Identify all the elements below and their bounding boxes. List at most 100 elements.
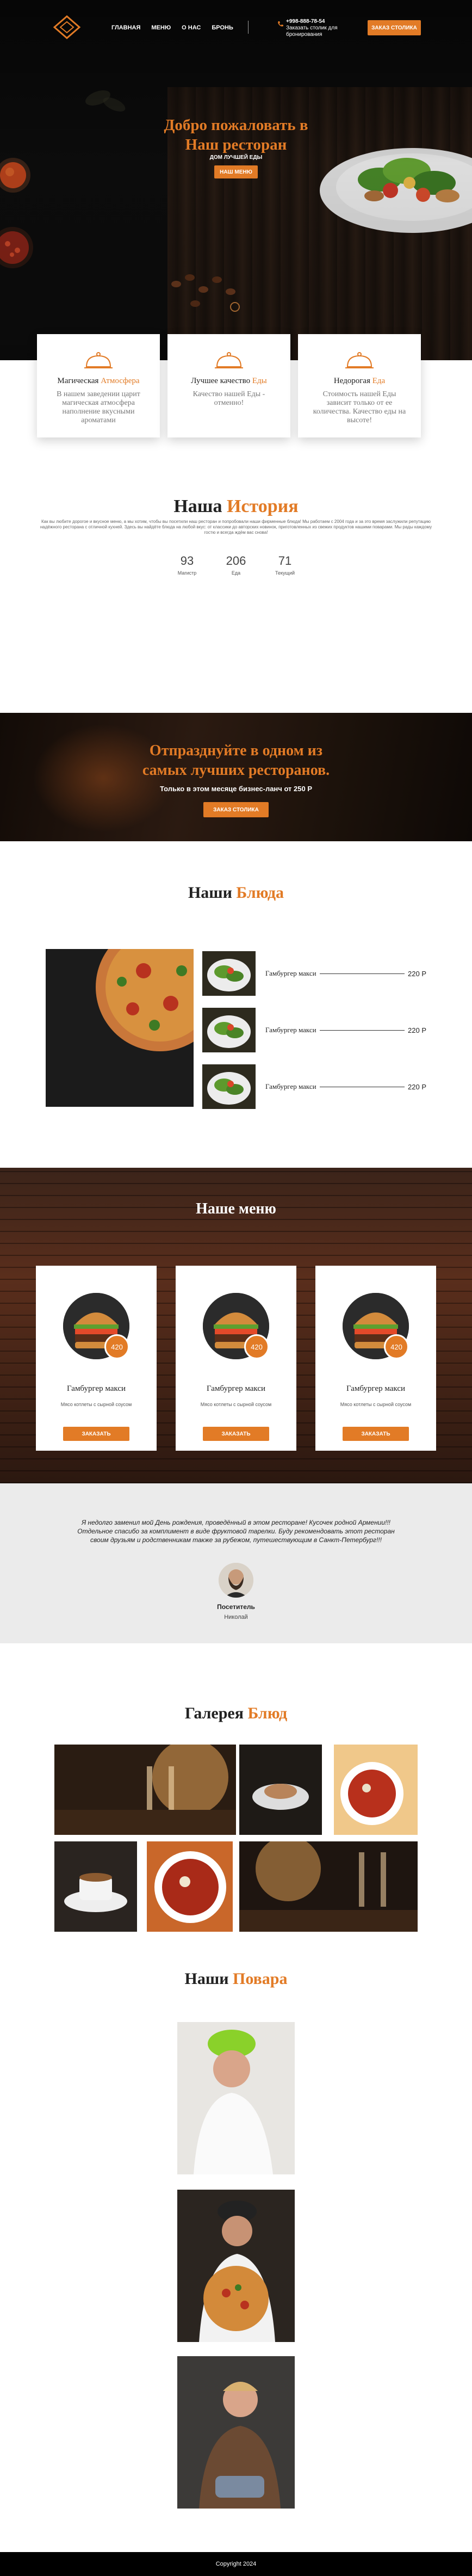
nav-item-home[interactable]: ГЛАВНАЯ <box>111 24 140 31</box>
stat-label: Еда <box>231 570 241 576</box>
menu-section: Наше меню 420 Гамбургер макси Мясо котле… <box>0 1168 472 1483</box>
features-row: Магическая Атмосфера В нашем заведении ц… <box>37 334 421 437</box>
menu-card: 420 Гамбургер макси Мясо котлеты с сырно… <box>315 1266 436 1451</box>
chef-cooking-image <box>177 2356 295 2509</box>
gallery-image[interactable] <box>54 1745 236 1835</box>
nav-item-about[interactable]: О НАС <box>182 24 201 31</box>
pizza-photo <box>46 949 194 1107</box>
dish-leader-line <box>319 1030 405 1031</box>
phone-icon <box>278 21 283 27</box>
cloche-icon <box>345 352 374 368</box>
banner-title-line1: Отпразднуйте в одном из <box>149 742 323 759</box>
feature-title-a: Магическая <box>57 377 101 385</box>
stat-value: 206 <box>226 554 246 568</box>
review-text: Я недолго заменил мой День рождения, про… <box>77 1519 395 1544</box>
dish-item[interactable]: Гамбургер макси 220 Р <box>202 1008 459 1052</box>
hero-title-line1: Добро пожаловать в <box>164 116 308 134</box>
menu-item-desc: Мясо котлеты с сырной соусом <box>60 1402 132 1407</box>
dish-item[interactable]: Гамбургер макси 220 Р <box>202 1064 459 1109</box>
main-nav: ГЛАВНАЯ МЕНЮ О НАС БРОНЬ <box>111 24 233 31</box>
feature-title: Недорогая Еда <box>298 377 421 386</box>
history-title-accent: История <box>226 496 299 516</box>
banner-order-button[interactable]: ЗАКАЗ СТОЛИКА <box>203 802 269 817</box>
phone-number[interactable]: +998-888-78-54 <box>286 19 338 25</box>
dish-leader-line <box>319 973 405 974</box>
gallery-image[interactable] <box>54 1841 137 1932</box>
order-button[interactable]: ЗАКАЗАТЬ <box>203 1427 269 1441</box>
feature-text: Качество нашей Еды - отменно! <box>192 390 265 407</box>
banner-subtitle: Только в этом месяце бизнес-ланч от 250 … <box>159 785 313 793</box>
menu-title: Наше меню <box>196 1200 276 1217</box>
hero-section: ГЛАВНАЯ МЕНЮ О НАС БРОНЬ +998-888-78-54 … <box>0 0 472 360</box>
chef-photo[interactable] <box>177 2190 295 2342</box>
dishes-title-a: Наши <box>188 884 237 902</box>
feature-title: Магическая Атмосфера <box>37 377 160 386</box>
stat-item: 93 Магистр <box>165 554 209 576</box>
feature-text: В нашем заведении царит магическая атмос… <box>57 390 140 424</box>
order-button[interactable]: ЗАКАЗАТЬ <box>63 1427 129 1441</box>
header-phone: +998-888-78-54 Заказать столик для брони… <box>286 19 338 38</box>
order-table-button[interactable]: ЗАКАЗ СТОЛИКА <box>368 20 421 35</box>
nav-item-menu[interactable]: МЕНЮ <box>151 24 171 31</box>
reviewer-name: Николай <box>224 1614 248 1620</box>
chef-photo[interactable] <box>177 2022 295 2174</box>
footer: Copyright 2024 <box>0 2552 472 2576</box>
menu-price-badge: 420 <box>104 1334 129 1359</box>
feature-card: Недорогая Еда Стоимость нашей Еды зависи… <box>298 334 421 437</box>
banner-title: Отпразднуйте в одном из самых лучших рес… <box>116 741 356 780</box>
gallery-image[interactable] <box>239 1745 322 1835</box>
stat-item: 71 Текущий <box>263 554 307 576</box>
gallery-image[interactable] <box>334 1745 418 1835</box>
pizza-image <box>46 949 194 1107</box>
dish-thumbnail <box>202 1064 256 1109</box>
nav-divider <box>248 21 249 34</box>
history-title: Наша История <box>0 496 472 517</box>
menu-price-badge: 420 <box>244 1334 269 1359</box>
gallery-title-a: Галерея <box>184 1704 248 1722</box>
dish-price: 220 Р <box>408 1026 426 1034</box>
soup-closeup-photo <box>147 1841 233 1932</box>
menu-item-desc: Мясо котлеты с сырной соусом <box>340 1402 412 1407</box>
our-menu-button[interactable]: НАШ МЕНЮ <box>214 165 258 178</box>
gallery-image[interactable] <box>239 1841 418 1932</box>
salad-image <box>202 951 256 996</box>
nav-item-booking[interactable]: БРОНЬ <box>212 24 233 31</box>
dessert-photo <box>239 1745 322 1835</box>
dish-thumbnail <box>202 951 256 996</box>
menu-item-name: Гамбургер макси <box>346 1384 406 1393</box>
chef-photo[interactable] <box>177 2356 295 2509</box>
logo-icon[interactable] <box>52 15 82 39</box>
review-section: Я недолго заменил мой День рождения, про… <box>0 1483 472 1643</box>
feature-title-a: Лучшее качество <box>191 377 252 385</box>
menu-card: 420 Гамбургер макси Мясо котлеты с сырно… <box>176 1266 296 1451</box>
salad-image <box>202 1064 256 1109</box>
reviewer-role: Посетитель <box>217 1603 255 1611</box>
hero-title: Добро пожаловать в Наш ресторан <box>146 115 326 155</box>
menu-item-name: Гамбургер макси <box>66 1384 126 1393</box>
feature-card: Магическая Атмосфера В нашем заведении ц… <box>37 334 160 437</box>
menu-item-desc: Мясо котлеты с сырной соусом <box>200 1402 272 1407</box>
menu-item-name: Гамбургер макси <box>206 1384 266 1393</box>
phone-note-1: Заказать столик для <box>286 25 338 31</box>
chef-pizza-image <box>177 2190 295 2342</box>
gallery-image[interactable] <box>147 1841 233 1932</box>
dish-thumbnail <box>202 1008 256 1052</box>
dish-price: 220 Р <box>408 969 426 978</box>
cloche-icon <box>215 352 243 368</box>
stat-item: 206 Еда <box>214 554 258 576</box>
dishes-title: Наши Блюда <box>0 884 472 902</box>
stat-label: Магистр <box>177 570 197 576</box>
feature-title-accent: Еда <box>372 377 386 385</box>
soup-photo <box>334 1745 418 1835</box>
coffee-photo <box>54 1841 137 1932</box>
reviewer-avatar <box>219 1563 253 1598</box>
wine-glasses-photo <box>54 1745 236 1835</box>
dish-item[interactable]: Гамбургер макси 220 Р <box>202 951 459 996</box>
table-setting-photo <box>239 1841 418 1932</box>
hero-subtitle: ДОМ ЛУЧШЕЙ ЕДЫ <box>209 155 263 161</box>
stat-value: 71 <box>278 554 292 568</box>
order-button[interactable]: ЗАКАЗАТЬ <box>343 1427 409 1441</box>
feature-title: Лучшее качество Еды <box>167 377 290 386</box>
feature-title-accent: Еды <box>252 377 267 385</box>
feature-title-accent: Атмосфера <box>101 377 140 385</box>
